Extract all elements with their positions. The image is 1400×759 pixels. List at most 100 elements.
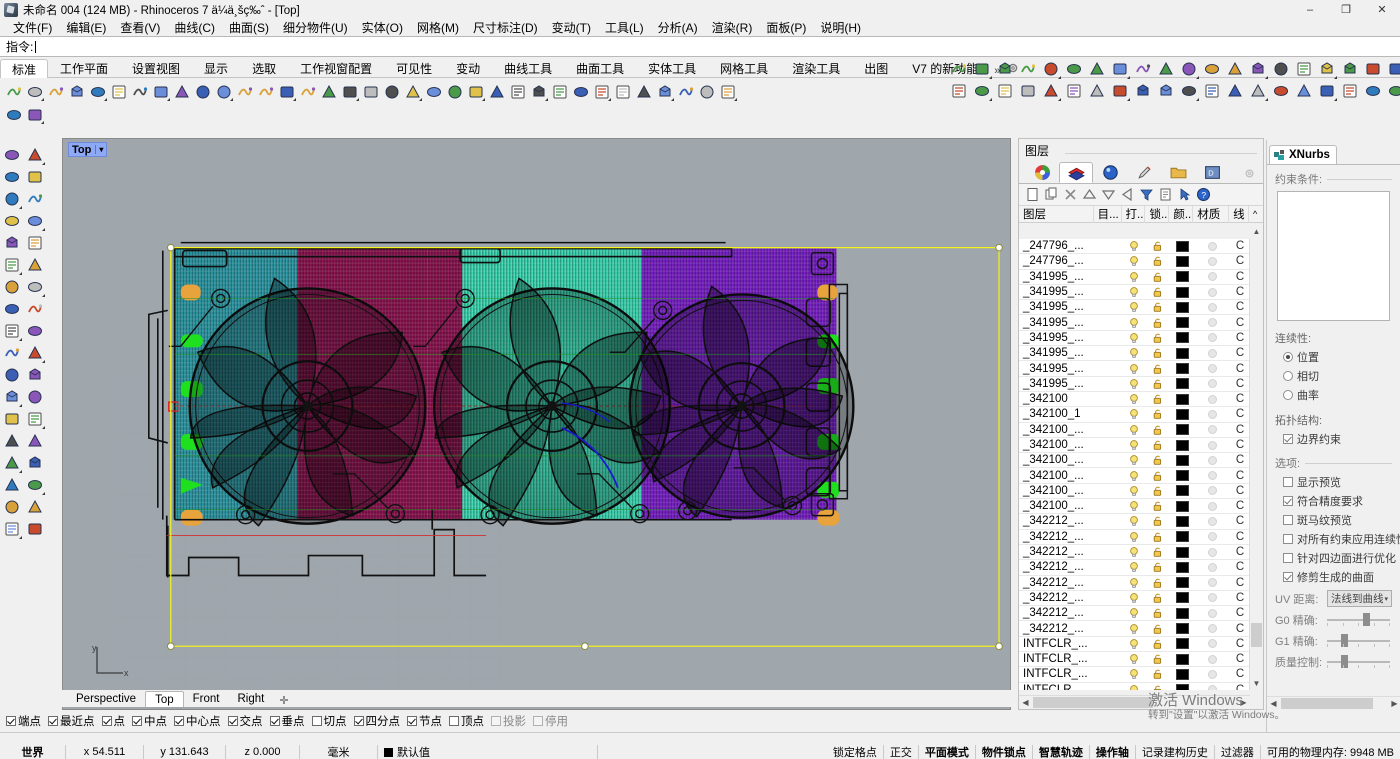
osnap-8[interactable]: 四分点: [354, 713, 401, 729]
layer-lock-toggle[interactable]: [1146, 531, 1170, 543]
new-layer-icon[interactable]: [1023, 186, 1041, 204]
layers-column-header-2[interactable]: 打...: [1122, 206, 1146, 223]
toolbar-tab-9[interactable]: 曲面工具: [564, 58, 636, 77]
layer-row[interactable]: _341995_...C: [1019, 300, 1250, 315]
layer-name[interactable]: _341995_...: [1019, 286, 1094, 298]
cylinder-solid-icon[interactable]: [0, 298, 23, 320]
layer-color-swatch[interactable]: [1170, 363, 1194, 374]
command-line-area[interactable]: 指令:: [0, 36, 1400, 57]
blend-surface-icon[interactable]: [1178, 81, 1200, 102]
rendered-sphere-icon[interactable]: [613, 82, 633, 102]
layers-panel-tab-pen-icon[interactable]: [1127, 162, 1161, 183]
layer-name[interactable]: _341995_...: [1019, 271, 1094, 283]
layer-lock-toggle[interactable]: [1146, 623, 1170, 635]
revolve-icon[interactable]: [1224, 59, 1246, 80]
layer-linetype[interactable]: C: [1230, 454, 1250, 466]
layer-lock-toggle[interactable]: [1146, 546, 1170, 558]
menu-item-7[interactable]: 网格(M): [410, 18, 466, 37]
select-arrow-icon[interactable]: [0, 144, 23, 166]
menu-item-8[interactable]: 尺寸标注(D): [466, 18, 545, 37]
viewport-layout-icon[interactable]: [382, 82, 402, 102]
layer-lock-toggle[interactable]: [1146, 668, 1170, 680]
add-viewport-tab-icon[interactable]: ✛: [273, 694, 294, 707]
point-light-icon[interactable]: [508, 82, 528, 102]
boolean-union-icon[interactable]: [1385, 59, 1400, 80]
xnurbs-option-5[interactable]: 修剪生成的曲面: [1283, 569, 1392, 585]
continuity-option-0[interactable]: 位置: [1283, 349, 1392, 365]
boolean-star-icon[interactable]: [0, 320, 23, 342]
globe-icon[interactable]: [697, 82, 717, 102]
zoom-dynamic-icon[interactable]: [340, 82, 360, 102]
layer-material-swatch[interactable]: [1194, 685, 1230, 690]
rectangle-icon[interactable]: [23, 210, 46, 232]
layer-name[interactable]: _247796_...: [1019, 255, 1094, 267]
layer-color-swatch[interactable]: [1170, 531, 1194, 542]
ellipse-icon[interactable]: [23, 188, 46, 210]
layer-visibility-toggle[interactable]: [1122, 454, 1146, 466]
layer-visibility-toggle[interactable]: [1122, 638, 1146, 650]
layer-row[interactable]: _342100_...C: [1019, 484, 1250, 499]
offset-surface-icon[interactable]: [1155, 81, 1177, 102]
layer-material-swatch[interactable]: [1194, 242, 1230, 251]
slider-control[interactable]: [1327, 612, 1392, 628]
layer-material-swatch[interactable]: [1194, 624, 1230, 633]
patch-icon[interactable]: [1132, 81, 1154, 102]
layer-color-swatch[interactable]: [1170, 332, 1194, 343]
layers-sort-arrow-icon[interactable]: ^: [1249, 206, 1263, 223]
truncated-icon[interactable]: [1132, 59, 1154, 80]
layer-name[interactable]: _341995_...: [1019, 332, 1094, 344]
layer-linetype[interactable]: C: [1230, 653, 1250, 665]
layer-visibility-toggle[interactable]: [1122, 653, 1146, 665]
layer-visibility-toggle[interactable]: [1122, 393, 1146, 405]
layer-visibility-toggle[interactable]: [1122, 470, 1146, 482]
osnap-3[interactable]: 中点: [132, 713, 167, 729]
layer-color-swatch[interactable]: [1170, 348, 1194, 359]
toolbar-tab-0[interactable]: 标准: [0, 59, 48, 78]
layer-linetype[interactable]: C: [1230, 668, 1250, 680]
layer-color-swatch[interactable]: [1170, 577, 1194, 588]
status-toggle-7[interactable]: 过滤器: [1215, 745, 1261, 759]
back-arrow-icon[interactable]: [1118, 186, 1136, 204]
spotlight-icon[interactable]: [487, 82, 507, 102]
polygon-icon[interactable]: [0, 210, 23, 232]
sphere-mesh-icon[interactable]: [971, 81, 993, 102]
layer-lock-toggle[interactable]: [1146, 485, 1170, 497]
fillet-edge-icon[interactable]: [1040, 81, 1062, 102]
material-icon[interactable]: [529, 82, 549, 102]
layer-visibility-toggle[interactable]: [1122, 684, 1146, 690]
layer-lock-toggle[interactable]: [1146, 454, 1170, 466]
layer-material-swatch[interactable]: [1194, 670, 1230, 679]
layer-lock-toggle[interactable]: [1146, 378, 1170, 390]
layer-lock-toggle[interactable]: [1146, 301, 1170, 313]
layer-material-swatch[interactable]: [1194, 563, 1230, 572]
menu-item-4[interactable]: 曲面(S): [222, 18, 276, 37]
layer-linetype[interactable]: C: [1230, 378, 1250, 390]
rotate-view-icon[interactable]: [361, 82, 381, 102]
unroll-icon[interactable]: [1316, 81, 1338, 102]
check-analysis-icon[interactable]: [23, 496, 46, 518]
layer-linetype[interactable]: C: [1230, 286, 1250, 298]
hscrollbar-thumb[interactable]: [1033, 697, 1153, 708]
chevron-down-icon[interactable]: ▾: [95, 145, 103, 154]
layer-color-swatch[interactable]: [1170, 302, 1194, 313]
layer-lock-toggle[interactable]: [1146, 684, 1170, 690]
layer-visibility-toggle[interactable]: [1122, 317, 1146, 329]
toolbar-tab-2[interactable]: 设置视图: [120, 58, 192, 77]
zoom-extents-icon[interactable]: [298, 82, 318, 102]
polyline-icon[interactable]: [0, 166, 23, 188]
topology-option-0[interactable]: 边界约束: [1283, 431, 1392, 447]
layer-lock-toggle[interactable]: [1146, 607, 1170, 619]
xnurbs-option-2[interactable]: 斑马纹预览: [1283, 512, 1392, 528]
toolbar-tab-5[interactable]: 工作视窗配置: [288, 58, 384, 77]
layer-color-swatch[interactable]: [1170, 547, 1194, 558]
layer-color-swatch[interactable]: [1170, 684, 1194, 690]
xnurbs-option-4[interactable]: 针对四边面进行优化: [1283, 550, 1392, 566]
layer-color-swatch[interactable]: [1170, 317, 1194, 328]
layer-visibility-toggle[interactable]: [1122, 286, 1146, 298]
layer-visibility-toggle[interactable]: [1122, 500, 1146, 512]
cut-icon[interactable]: [109, 82, 129, 102]
mesh-grid-icon[interactable]: [1201, 81, 1223, 102]
xnurbs-panel-tab[interactable]: XNurbs: [1269, 145, 1337, 164]
help-icon[interactable]: [718, 82, 738, 102]
surface-patch-icon[interactable]: [23, 298, 46, 320]
